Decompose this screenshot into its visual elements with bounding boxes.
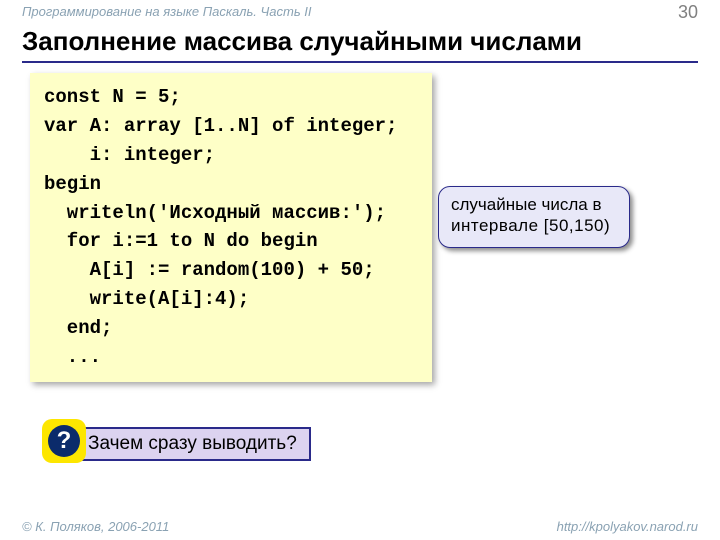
question-box: Зачем сразу выводить?: [74, 427, 311, 461]
slide-title: Заполнение массива случайными числами: [22, 26, 698, 63]
callout-line1: случайные числа в: [451, 194, 617, 215]
page-number: 30: [678, 2, 698, 23]
header-bar: Программирование на языке Паскаль. Часть…: [0, 0, 720, 26]
question-mark-icon: ?: [48, 425, 80, 457]
footer-copyright: © К. Поляков, 2006-2011: [22, 519, 169, 534]
callout-line2: интервале [50,150): [451, 215, 617, 236]
callout-note: случайные числа в интервале [50,150): [438, 186, 630, 248]
footer-url: http://kpolyakov.narod.ru: [557, 519, 698, 534]
code-block: const N = 5; var A: array [1..N] of inte…: [30, 73, 432, 382]
question-badge: ?: [42, 419, 86, 463]
slide: Программирование на языке Паскаль. Часть…: [0, 0, 720, 540]
course-title: Программирование на языке Паскаль. Часть…: [22, 4, 312, 19]
footer-bar: © К. Поляков, 2006-2011 http://kpolyakov…: [0, 514, 720, 540]
